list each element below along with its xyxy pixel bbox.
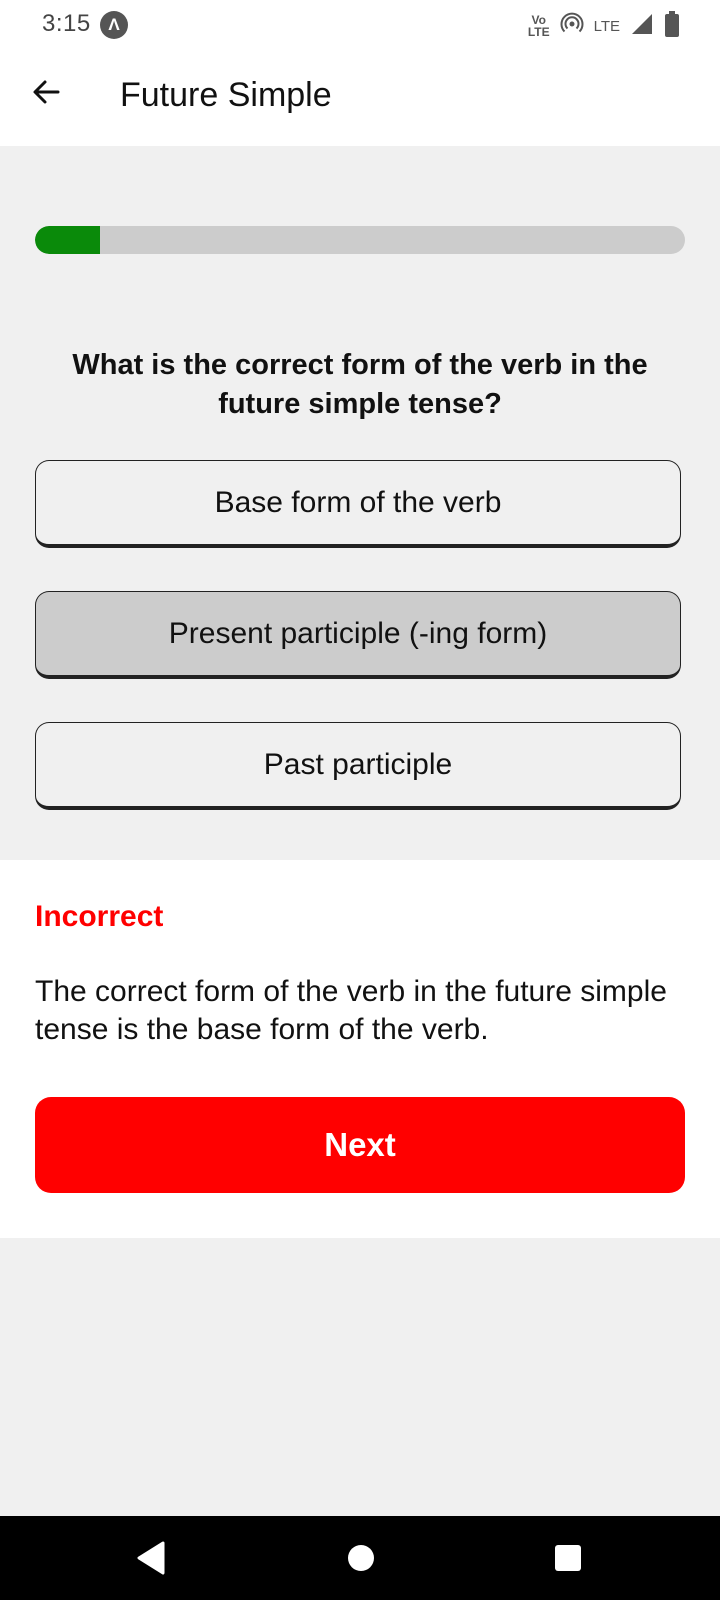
answer-option-base-form[interactable]: Base form of the verb <box>35 460 681 548</box>
nav-recents-button[interactable] <box>544 1534 592 1582</box>
app-bar: Future Simple <box>0 52 720 146</box>
answer-option-label: Base form of the verb <box>214 485 502 519</box>
nav-back-button[interactable] <box>126 1534 174 1582</box>
volte-icon: Vo LTE <box>528 14 550 38</box>
feedback-explanation: The correct form of the verb in the futu… <box>35 975 667 1046</box>
recents-square-icon <box>555 1545 581 1571</box>
answer-option-label: Past participle <box>263 747 453 781</box>
status-icons: Vo LTE LTE <box>528 10 680 42</box>
signal-icon <box>630 12 654 41</box>
status-time: 3:15 <box>42 10 91 37</box>
answer-option-past-participle[interactable]: Past participle <box>35 722 681 810</box>
back-button[interactable] <box>26 72 66 112</box>
progress-bar <box>35 226 685 254</box>
status-bar: 3:15 Λ Vo LTE LTE <box>0 0 720 52</box>
page-title: Future Simple <box>120 76 332 114</box>
next-button[interactable]: Next <box>35 1097 685 1193</box>
battery-icon <box>664 10 680 42</box>
feedback-panel: Incorrect The correct form of the verb i… <box>0 860 720 1238</box>
system-nav-bar <box>0 1516 720 1600</box>
back-triangle-icon <box>137 1541 165 1575</box>
question-text: What is the correct form of the verb in … <box>72 349 648 420</box>
home-circle-icon <box>348 1545 374 1571</box>
feedback-title: Incorrect <box>35 900 164 933</box>
arrow-left-icon <box>33 80 60 104</box>
quiz-area: What is the correct form of the verb in … <box>0 146 720 860</box>
app-notification-icon: Λ <box>100 11 128 39</box>
answer-option-label: Present participle (-ing form) <box>168 616 548 650</box>
answer-option-present-participle[interactable]: Present participle (-ing form) <box>35 591 681 679</box>
nav-home-button[interactable] <box>337 1534 385 1582</box>
network-type: LTE <box>593 17 620 35</box>
hotspot-icon <box>560 12 584 41</box>
volte-bottom-text: LTE <box>527 25 550 39</box>
progress-fill <box>35 226 100 254</box>
